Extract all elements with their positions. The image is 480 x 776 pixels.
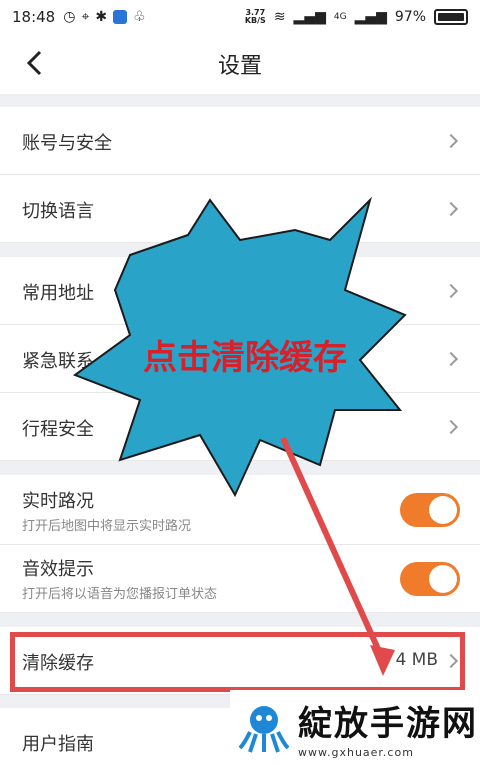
- chevron-right-icon: [443, 351, 459, 367]
- status-time: 18:48: [12, 8, 56, 26]
- chevron-right-icon: [443, 283, 459, 299]
- chevron-right-icon: [443, 133, 459, 149]
- settings-item-label: 账号与安全: [22, 133, 112, 154]
- signal-icon-2: ▂▄▆: [354, 9, 387, 25]
- clear-cache-highlight: [10, 632, 465, 692]
- settings-item-description: 打开后将以语音为您播报订单状态: [22, 587, 218, 602]
- settings-item-label: 用户指南: [22, 734, 94, 755]
- toggle-knob: [429, 565, 457, 593]
- speed-unit: KB/S: [244, 16, 266, 25]
- settings-item-sound: 音效提示 打开后将以语音为您播报订单状态: [0, 545, 480, 613]
- settings-item-account-security[interactable]: 账号与安全: [0, 107, 480, 175]
- battery-icon: [434, 9, 468, 25]
- nav-bar: 设置: [0, 34, 480, 94]
- wifi-icon: ≋: [273, 9, 286, 25]
- shield-app-icon: [113, 10, 128, 24]
- chevron-right-icon: [443, 201, 459, 217]
- page-title: 设置: [217, 54, 262, 79]
- alarm-icon: ◷: [63, 9, 76, 25]
- sound-toggle[interactable]: [400, 562, 460, 596]
- chevron-right-icon: [443, 419, 459, 435]
- qq-icon: ♧: [133, 9, 146, 25]
- watermark-text: 綻放手游网: [298, 704, 478, 744]
- location-icon: ⌖: [81, 9, 90, 25]
- bluetooth-icon: ✱: [95, 9, 108, 25]
- watermark-url: www.gxhuaer.com: [298, 746, 414, 759]
- network-speed: 3.77 KB/S: [245, 9, 266, 25]
- status-icons-right: 3.77 KB/S ≋ ▂▄▆ 4G ▂▄▆ 97%: [245, 9, 468, 25]
- settings-item-description: 打开后地图中将显示实时路况: [22, 519, 192, 534]
- toggle-knob: [429, 496, 457, 524]
- signal-icon: ▂▄▆: [293, 9, 326, 25]
- watermark: 綻放手游网 www.gxhuaer.com: [230, 690, 480, 767]
- battery-percent: 97%: [394, 9, 426, 25]
- status-bar: 18:48 ◷ ⌖ ✱ ♧ 3.77 KB/S ≋ ▂▄▆ 4G ▂▄▆ 97%: [0, 0, 480, 34]
- octopus-logo-icon: [238, 706, 290, 753]
- status-icons-left: ◷ ⌖ ✱ ♧: [63, 9, 145, 25]
- network-type: 4G: [333, 12, 347, 22]
- settings-item-label: 音效提示: [22, 559, 94, 580]
- callout-text: 点击清除缓存: [143, 338, 347, 378]
